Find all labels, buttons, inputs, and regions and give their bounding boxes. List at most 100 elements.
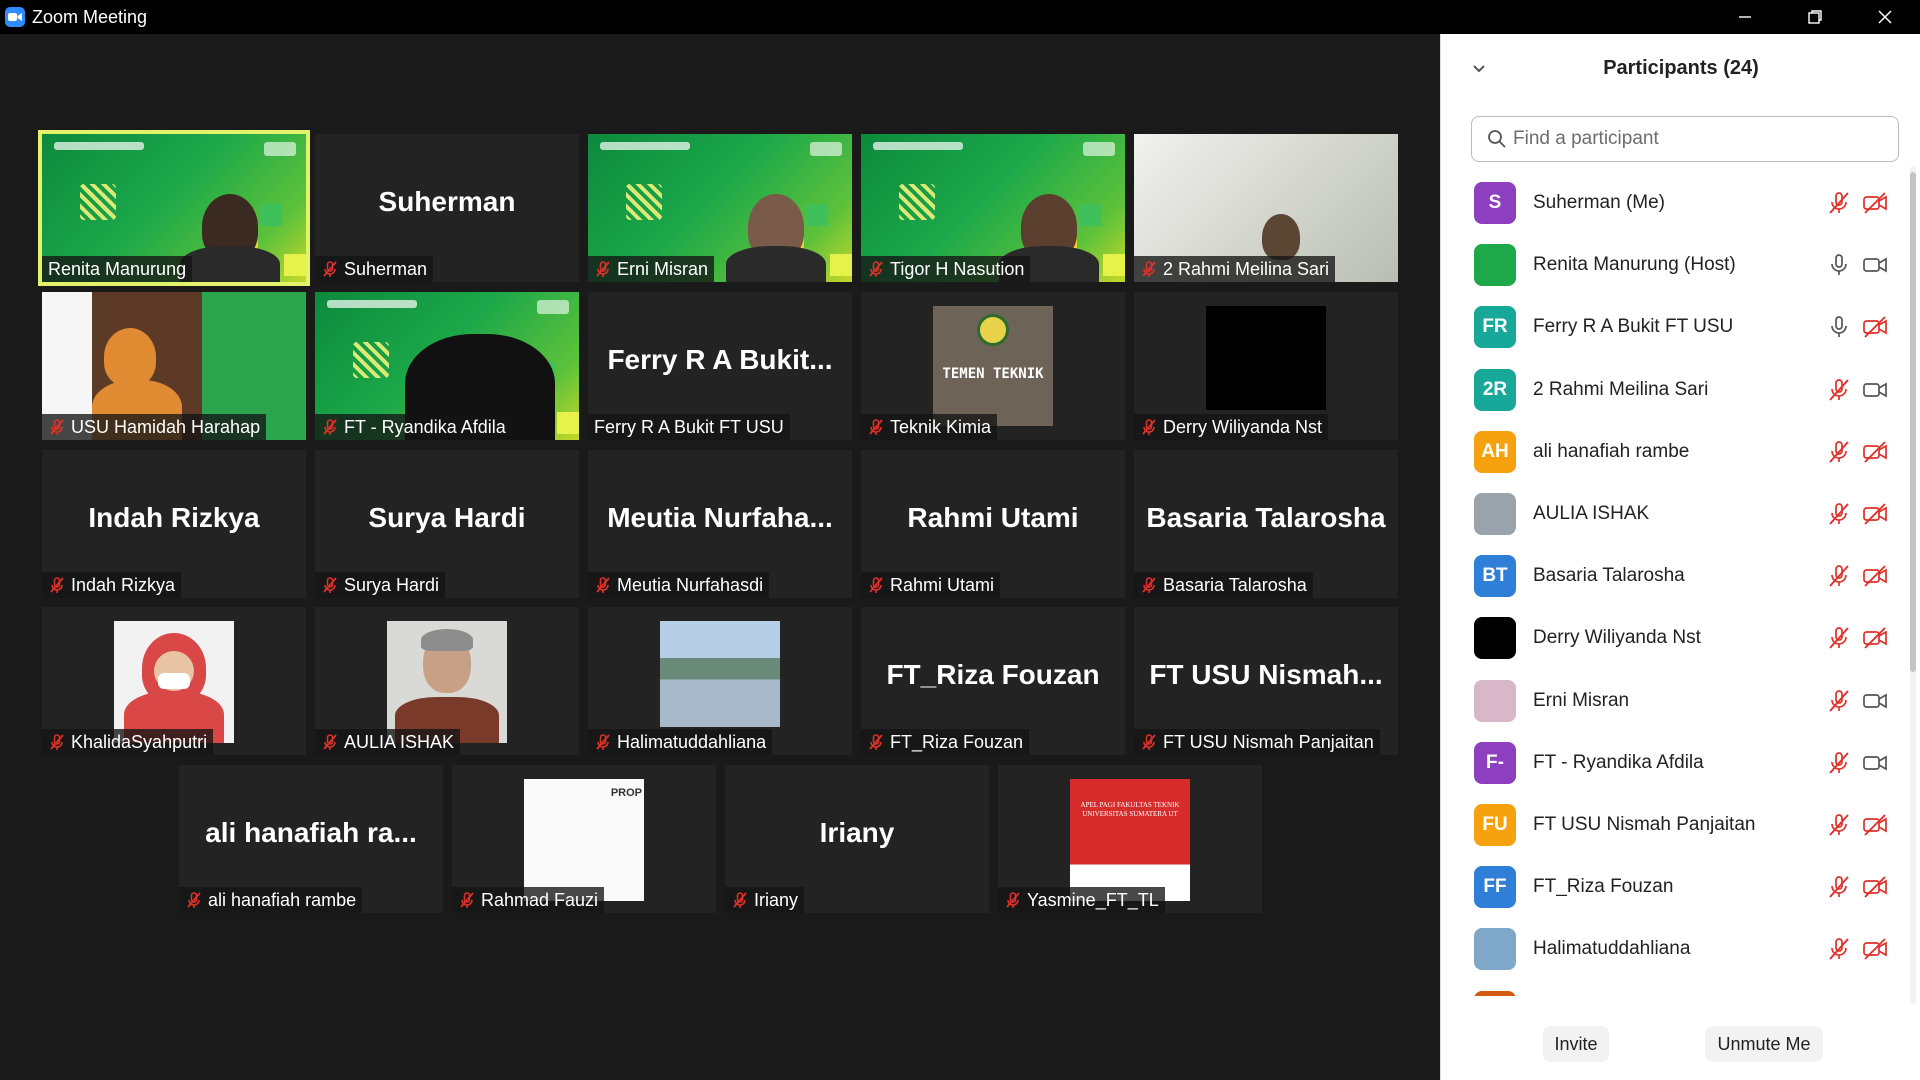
video-tile[interactable]: KhalidaSyahputri bbox=[42, 607, 306, 755]
muted-mic-icon bbox=[596, 261, 610, 277]
video-tile[interactable]: FT - Ryandika Afdila bbox=[315, 292, 579, 440]
avatar-initials: FU bbox=[1482, 814, 1508, 835]
avatar bbox=[1474, 990, 1516, 996]
video-icon[interactable] bbox=[1861, 750, 1889, 776]
participant-row[interactable]: Derry Wiliyanda Nst bbox=[1441, 607, 1903, 669]
zoom-logo-icon bbox=[5, 7, 25, 27]
video-tile[interactable]: Halimatuddahliana bbox=[588, 607, 852, 755]
tile-name-label: Basaria Talarosha bbox=[1163, 574, 1307, 595]
video-tile[interactable]: Tigor H Nasution bbox=[861, 134, 1125, 282]
participant-row[interactable]: AULIA ISHAK bbox=[1441, 483, 1903, 545]
video-off-icon[interactable] bbox=[1861, 625, 1889, 651]
muted-mic-icon bbox=[1142, 577, 1156, 593]
participant-scrollbar[interactable] bbox=[1910, 166, 1916, 1004]
video-off-icon[interactable] bbox=[1861, 439, 1889, 465]
video-tile[interactable]: USU Hamidah Harahap bbox=[42, 292, 306, 440]
participant-search[interactable] bbox=[1471, 116, 1899, 162]
participant-row[interactable]: FR Ferry R A Bukit FT USU bbox=[1441, 296, 1903, 358]
participant-name: Ferry R A Bukit FT USU bbox=[1533, 316, 1734, 338]
search-input[interactable] bbox=[1513, 128, 1883, 150]
video-tile[interactable]: PROP Rahmad Fauzi bbox=[452, 765, 716, 913]
video-off-icon[interactable] bbox=[1861, 501, 1889, 527]
muted-mic-icon bbox=[323, 261, 337, 277]
video-tile[interactable]: APEL PAGI FAKULTAS TEKNIK UNIVERSITAS SU… bbox=[998, 765, 1262, 913]
invite-button[interactable]: Invite bbox=[1543, 1026, 1609, 1062]
participant-row[interactable] bbox=[1441, 981, 1903, 996]
tile-name-tag: Teknik Kimia bbox=[861, 414, 998, 440]
video-tile[interactable]: Suherman Suherman bbox=[315, 134, 579, 282]
muted-mic-icon[interactable] bbox=[1826, 190, 1852, 216]
tile-name-tag: FT - Ryandika Afdila bbox=[315, 414, 512, 440]
mic-icon[interactable] bbox=[1826, 252, 1852, 278]
video-tile[interactable]: ali hanafiah ra... ali hanafiah rambe bbox=[179, 765, 443, 913]
participant-row[interactable]: Erni Misran bbox=[1441, 670, 1903, 732]
muted-mic-icon[interactable] bbox=[1826, 563, 1852, 589]
participant-row[interactable]: S Suherman (Me) bbox=[1441, 172, 1903, 234]
video-off-icon[interactable] bbox=[1861, 190, 1889, 216]
participant-row[interactable]: 2R 2 Rahmi Meilina Sari bbox=[1441, 359, 1903, 421]
video-tile[interactable]: Iriany Iriany bbox=[725, 765, 989, 913]
muted-mic-icon bbox=[323, 419, 337, 435]
video-tile[interactable]: 2 Rahmi Meilina Sari bbox=[1134, 134, 1398, 282]
tile-name-tag: Basaria Talarosha bbox=[1134, 572, 1313, 598]
video-tile[interactable]: FT_Riza Fouzan FT_Riza Fouzan bbox=[861, 607, 1125, 755]
tile-name-label: KhalidaSyahputri bbox=[71, 731, 208, 752]
avatar-initials: F- bbox=[1486, 751, 1504, 773]
mic-icon[interactable] bbox=[1826, 314, 1852, 340]
muted-mic-icon bbox=[460, 892, 474, 908]
tile-name-label: FT_Riza Fouzan bbox=[890, 731, 1024, 752]
tile-name-tag: AULIA ISHAK bbox=[315, 729, 461, 755]
muted-mic-icon[interactable] bbox=[1826, 377, 1852, 403]
participant-row[interactable]: FU FT USU Nismah Panjaitan bbox=[1441, 794, 1903, 856]
scrollbar-thumb[interactable] bbox=[1910, 172, 1916, 672]
video-tile[interactable]: Rahmi Utami Rahmi Utami bbox=[861, 450, 1125, 598]
video-icon[interactable] bbox=[1861, 252, 1889, 278]
video-icon[interactable] bbox=[1861, 688, 1889, 714]
restore-button[interactable] bbox=[1780, 0, 1850, 34]
participant-row[interactable]: F- FT - Ryandika Afdila bbox=[1441, 732, 1903, 794]
video-tile[interactable]: Ferry R A Bukit... Ferry R A Bukit FT USU bbox=[588, 292, 852, 440]
participant-row[interactable]: BT Basaria Talarosha bbox=[1441, 545, 1903, 607]
video-tile[interactable]: Renita Manurung bbox=[38, 130, 310, 286]
video-off-icon[interactable] bbox=[1861, 314, 1889, 340]
video-off-icon[interactable] bbox=[1861, 936, 1889, 962]
muted-mic-icon bbox=[1006, 892, 1020, 908]
tile-name-label: Iriany bbox=[754, 889, 799, 910]
video-off-icon[interactable] bbox=[1861, 812, 1889, 838]
participant-row[interactable]: Halimatuddahliana bbox=[1441, 918, 1903, 980]
muted-mic-icon[interactable] bbox=[1826, 812, 1852, 838]
minimize-button[interactable] bbox=[1710, 0, 1780, 34]
video-off-icon[interactable] bbox=[1861, 874, 1889, 900]
video-tile[interactable]: Surya Hardi Surya Hardi bbox=[315, 450, 579, 598]
muted-mic-icon bbox=[50, 577, 64, 593]
video-tile[interactable]: TEMEN TEKNIK Teknik Kimia bbox=[861, 292, 1125, 440]
participant-row[interactable]: FF FT_Riza Fouzan bbox=[1441, 856, 1903, 918]
tile-name-tag: Ferry R A Bukit FT USU bbox=[588, 414, 790, 440]
muted-mic-icon[interactable] bbox=[1826, 501, 1852, 527]
muted-mic-icon[interactable] bbox=[1826, 625, 1852, 651]
close-button[interactable] bbox=[1850, 0, 1920, 34]
muted-mic-icon[interactable] bbox=[1826, 688, 1852, 714]
muted-mic-icon bbox=[733, 892, 747, 908]
tile-name-tag: Surya Hardi bbox=[315, 572, 446, 598]
muted-mic-icon[interactable] bbox=[1826, 750, 1852, 776]
video-tile[interactable]: AULIA ISHAK bbox=[315, 607, 579, 755]
video-off-icon[interactable] bbox=[1861, 563, 1889, 589]
video-tile[interactable]: Erni Misran bbox=[588, 134, 852, 282]
avatar: FF bbox=[1474, 866, 1516, 909]
unmute-me-button[interactable]: Unmute Me bbox=[1705, 1026, 1823, 1062]
video-tile[interactable]: Basaria Talarosha Basaria Talarosha bbox=[1134, 450, 1398, 598]
chevron-down-icon[interactable] bbox=[1469, 58, 1489, 78]
muted-mic-icon[interactable] bbox=[1826, 874, 1852, 900]
participant-row[interactable]: Renita Manurung (Host) bbox=[1441, 234, 1903, 296]
video-tile[interactable]: Meutia Nurfaha... Meutia Nurfahasdi bbox=[588, 450, 852, 598]
video-tile[interactable]: Derry Wiliyanda Nst bbox=[1134, 292, 1398, 440]
avatar: S bbox=[1474, 182, 1516, 224]
video-tile[interactable]: Indah Rizkya Indah Rizkya bbox=[42, 450, 306, 598]
profile-picture: APEL PAGI FAKULTAS TEKNIK UNIVERSITAS SU… bbox=[1070, 779, 1190, 901]
video-icon[interactable] bbox=[1861, 377, 1889, 403]
participant-row[interactable]: AH ali hanafiah rambe bbox=[1441, 421, 1903, 483]
muted-mic-icon[interactable] bbox=[1826, 936, 1852, 962]
video-tile[interactable]: FT USU Nismah... FT USU Nismah Panjaitan bbox=[1134, 607, 1398, 755]
muted-mic-icon[interactable] bbox=[1826, 439, 1852, 465]
